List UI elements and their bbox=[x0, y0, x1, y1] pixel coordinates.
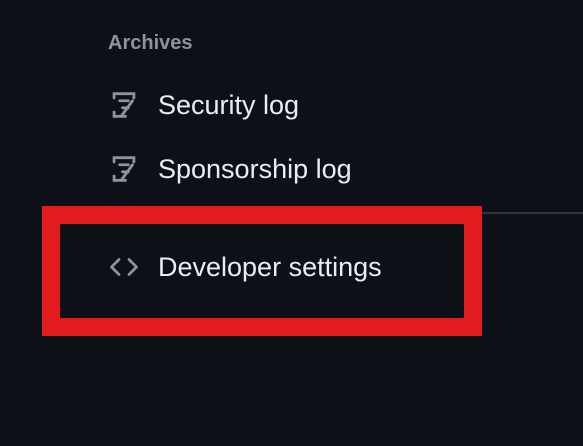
sidebar-item-label: Security log bbox=[158, 90, 300, 120]
log-icon bbox=[106, 151, 142, 187]
sidebar-item-label: Sponsorship log bbox=[158, 154, 352, 184]
sidebar-item-security-log[interactable]: Security log bbox=[106, 85, 299, 125]
sidebar-item-label: Developer settings bbox=[158, 252, 382, 282]
sidebar-item-developer-settings[interactable]: Developer settings bbox=[106, 247, 382, 287]
code-icon bbox=[106, 249, 142, 285]
archives-heading: Archives bbox=[108, 32, 193, 54]
sidebar-item-sponsorship-log[interactable]: Sponsorship log bbox=[106, 149, 352, 189]
log-icon bbox=[106, 87, 142, 123]
divider bbox=[469, 212, 583, 214]
settings-sidebar: Archives Security log Sponsorship log De… bbox=[0, 0, 583, 446]
